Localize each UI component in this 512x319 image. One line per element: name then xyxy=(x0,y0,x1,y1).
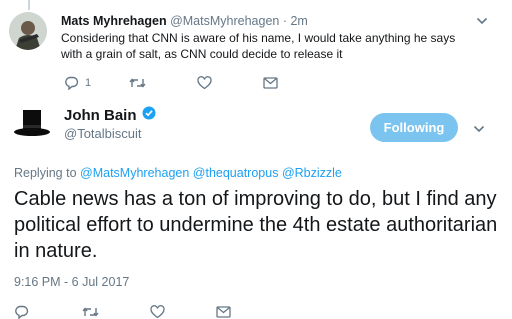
main-author-handle[interactable]: @Totalbiscuit xyxy=(64,126,142,141)
avatar[interactable] xyxy=(10,104,54,148)
replying-to: Replying to @MatsMyhrehagen @thequatropu… xyxy=(14,166,342,180)
main-retweet-button[interactable] xyxy=(82,306,99,318)
reply-button[interactable]: 1 xyxy=(64,76,91,90)
like-icon xyxy=(197,76,212,90)
like-button[interactable] xyxy=(197,76,212,90)
replying-to-label: Replying to xyxy=(14,166,77,180)
reply-time[interactable]: 2m xyxy=(290,14,307,28)
reply-text: Considering that CNN is aware of his nam… xyxy=(61,31,456,61)
direct-message-icon xyxy=(216,306,231,318)
main-direct-message-button[interactable] xyxy=(216,306,231,318)
direct-message-icon xyxy=(263,77,278,89)
main-author-name[interactable]: John Bain xyxy=(64,107,137,124)
mention-link[interactable]: @Rbzizzle xyxy=(282,166,342,180)
mention-link[interactable]: @MatsMyhrehagen xyxy=(80,166,189,180)
chevron-down-icon[interactable] xyxy=(476,14,488,29)
reply-count: 1 xyxy=(85,77,92,89)
main-reply-button[interactable] xyxy=(14,305,29,319)
following-button[interactable]: Following xyxy=(370,113,458,142)
verified-badge-icon xyxy=(142,106,156,124)
chevron-down-icon[interactable] xyxy=(473,122,485,137)
mention-link[interactable]: @thequatropus xyxy=(193,166,279,180)
retweet-icon xyxy=(129,77,146,89)
reply-time-separator: · xyxy=(282,14,287,28)
reply-author: Mats Myhrehagen @MatsMyhrehagen · 2m xyxy=(61,14,308,28)
retweet-icon xyxy=(82,306,99,318)
direct-message-button[interactable] xyxy=(263,77,278,89)
avatar[interactable] xyxy=(9,12,47,50)
tweet-text: Cable news has a ton of improving to do,… xyxy=(14,188,498,262)
main-like-button[interactable] xyxy=(150,305,165,319)
tweet-timestamp[interactable]: 9:16 PM - 6 Jul 2017 xyxy=(14,275,129,289)
reply-icon xyxy=(64,76,79,90)
reply-author-handle[interactable]: @MatsMyhrehagen xyxy=(170,14,279,28)
reply-author-name[interactable]: Mats Myhrehagen xyxy=(61,14,167,28)
retweet-button[interactable] xyxy=(129,77,146,89)
reply-icon xyxy=(14,305,29,319)
like-icon xyxy=(150,305,165,319)
main-author: John Bain xyxy=(64,106,156,124)
thread-line xyxy=(28,0,30,10)
